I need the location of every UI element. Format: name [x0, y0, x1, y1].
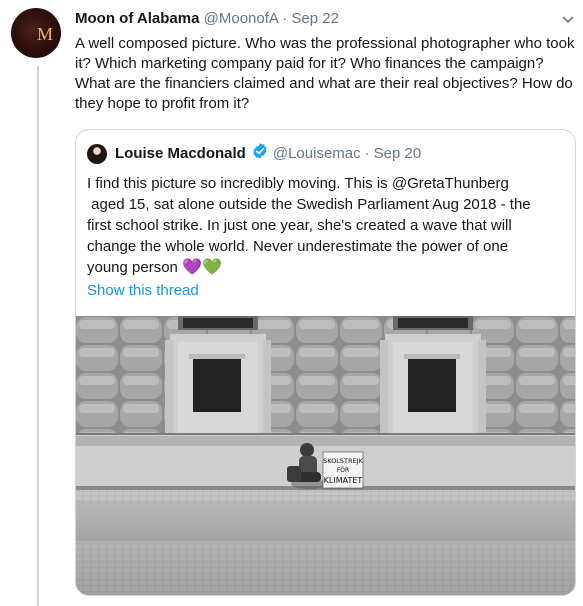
quote-author-handle[interactable]: @Louisemac — [273, 144, 361, 164]
avatar[interactable]: M — [11, 8, 61, 58]
quote-line: change the whole world. Never underestim… — [87, 238, 509, 255]
chevron-down-icon[interactable] — [562, 12, 574, 27]
quote-text: I find this picture so incredibly moving… — [87, 173, 569, 278]
sign-line: SKOLSTREJK — [323, 457, 363, 465]
dot-separator: · — [364, 145, 370, 162]
quote-line: I find this picture so incredibly moving… — [87, 175, 509, 192]
tweet-photo[interactable]: SKOLSTREJK FÖR KLIMATET — [76, 316, 575, 595]
purple-heart-icon: 💜 — [182, 259, 202, 276]
tweet-header: Moon of Alabama @MoonofA · Sep 22 — [75, 10, 339, 28]
quote-line: aged 15, sat alone outside the Swedish P… — [87, 196, 531, 213]
sign-line: FÖR — [337, 467, 349, 474]
quote-date[interactable]: Sep 20 — [374, 144, 422, 164]
dot-separator: · — [282, 10, 288, 27]
quote-line-end: young person — [87, 259, 178, 276]
show-thread-link[interactable]: Show this thread — [87, 282, 199, 299]
author-name[interactable]: Moon of Alabama — [75, 10, 199, 27]
quote-header: Louise Macdonald @Louisemac · Sep 20 — [87, 142, 422, 166]
verified-badge-icon — [251, 142, 269, 166]
quote-line: first school strike. In just one year, s… — [87, 217, 512, 234]
thread-line — [37, 66, 39, 606]
moon-logo: M — [19, 17, 53, 50]
tweet-text: A well composed picture. Who was the pro… — [75, 35, 575, 112]
sign-line: KLIMATET — [324, 476, 363, 485]
tweet-date[interactable]: Sep 22 — [291, 10, 339, 27]
author-handle[interactable]: @MoonofA — [204, 10, 278, 27]
quote-author-name[interactable]: Louise Macdonald — [115, 144, 246, 164]
green-heart-icon: 💚 — [202, 259, 222, 276]
quote-line: young person 💜💚 — [87, 257, 569, 278]
quoted-tweet[interactable]: Louise Macdonald @Louisemac · Sep 20 I f… — [75, 129, 576, 596]
quote-avatar — [87, 144, 107, 164]
svg-text:M: M — [37, 24, 53, 44]
photo-image: SKOLSTREJK FÖR KLIMATET — [76, 316, 575, 595]
